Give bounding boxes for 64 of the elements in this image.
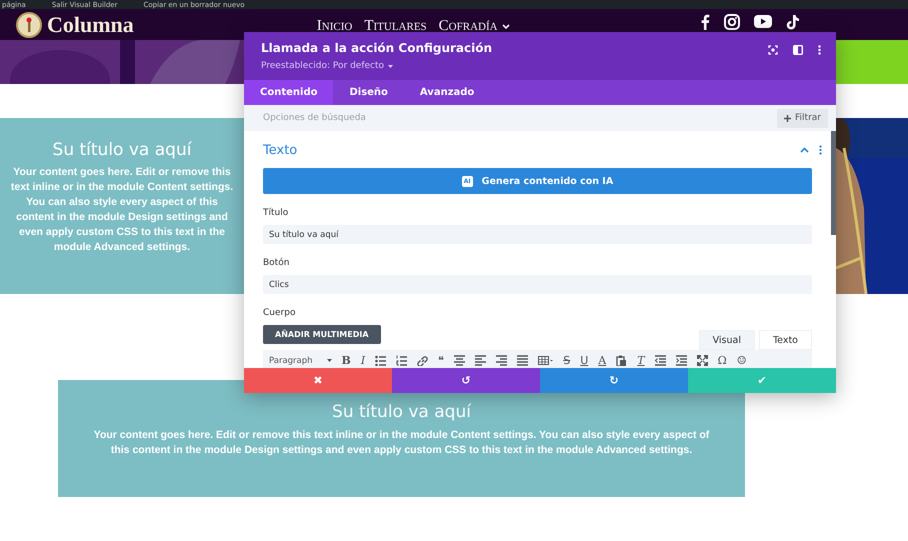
align-center-icon[interactable] (454, 355, 466, 366)
more-options-icon[interactable] (818, 45, 821, 55)
instagram-icon[interactable] (724, 14, 740, 30)
justify-icon[interactable] (517, 355, 528, 366)
toolbar-button[interactable]: U (580, 354, 588, 366)
nav-link[interactable]: Inicio (316, 18, 352, 35)
toolbar-button[interactable]: A (598, 354, 606, 366)
table-icon[interactable] (538, 355, 554, 366)
indent-icon[interactable] (676, 355, 687, 366)
banner-background (836, 40, 908, 84)
caret-icon (326, 359, 332, 362)
undo-button[interactable]: ↺ (392, 368, 540, 393)
preset-selector[interactable]: Preestablecido: Por defecto (261, 61, 492, 71)
add-media-button[interactable]: AÑADIR MULTIMEDIA (263, 325, 381, 344)
settings-tab[interactable]: Contenido (244, 80, 334, 105)
split-view-icon[interactable] (793, 45, 803, 55)
plus-icon (784, 114, 792, 122)
toolbar-button[interactable]: ☺ (736, 354, 747, 366)
logo-emblem-icon[interactable] (16, 12, 42, 38)
fullscreen-icon[interactable] (696, 355, 708, 366)
youtube-icon[interactable] (754, 15, 772, 28)
format-dropdown[interactable]: Paragraph (269, 356, 332, 366)
align-right-icon[interactable] (496, 355, 508, 366)
card-title: Su título va aquí (331, 402, 472, 422)
redo-button[interactable]: ↻ (540, 368, 688, 393)
link-icon[interactable] (417, 355, 428, 366)
numbered-list-icon[interactable] (396, 355, 408, 366)
facebook-icon[interactable] (700, 14, 710, 30)
paste-text-icon[interactable] (616, 355, 628, 366)
toolbar-button[interactable]: I (360, 354, 366, 366)
field-label: Título (263, 208, 290, 219)
tiktok-icon[interactable] (786, 14, 800, 30)
field-label: Botón (263, 258, 290, 269)
settings-tab[interactable]: Avanzado (404, 80, 490, 105)
text-input-field[interactable]: Clics (263, 275, 812, 294)
expand-icon[interactable] (768, 45, 778, 55)
editor-tab[interactable]: Visual (698, 330, 755, 350)
filter-button[interactable]: Filtrar (777, 108, 828, 128)
discard-button[interactable]: ✖ (244, 368, 392, 393)
more-options-icon[interactable] (819, 145, 822, 155)
toolbar-button[interactable]: ❝ (438, 354, 444, 366)
section-title[interactable]: Texto (263, 142, 298, 158)
toolbar-button[interactable]: B (342, 354, 351, 366)
card-title: Su título va aquí (52, 140, 193, 160)
nav-link[interactable]: Cofradía (438, 18, 510, 35)
card-body-text: Your content goes here. Edit or remove this text inline or in the module Content settings. You can also style every aspect of this content in the module Design settings and even apply custom CSS to this text in the module Advanced settings. (10, 165, 234, 255)
logo-text[interactable]: Columna (47, 12, 134, 38)
nav-link[interactable]: Titulares (364, 18, 427, 35)
outdent-icon[interactable] (654, 355, 666, 366)
scrollbar[interactable] (831, 131, 836, 235)
text-input-field[interactable]: Su título va aquí (263, 225, 812, 244)
toolbar-button[interactable]: S (563, 354, 570, 366)
field-label: Cuerpo (263, 308, 296, 319)
align-left-icon[interactable] (475, 355, 486, 366)
toolbar-button[interactable]: Ω (718, 354, 727, 366)
bulleted-list-icon[interactable] (375, 355, 386, 366)
search-field[interactable]: Opciones de búsqueda (244, 105, 778, 131)
card-body-text: Your content goes here. Edit or remove this text inline or in the module Content settings. You can also style every aspect of this content in the module Design settings and even apply custom CSS to this text in the module Advanced settings. (92, 428, 710, 458)
panel-title: Llamada a la acción Configuración (261, 41, 492, 55)
collapse-icon[interactable] (800, 147, 809, 153)
settings-tab[interactable]: Diseño (333, 80, 404, 105)
toolbar-button[interactable]: T (637, 354, 645, 366)
editor-tab[interactable]: Texto (758, 330, 812, 350)
caret-icon[interactable] (502, 24, 510, 30)
